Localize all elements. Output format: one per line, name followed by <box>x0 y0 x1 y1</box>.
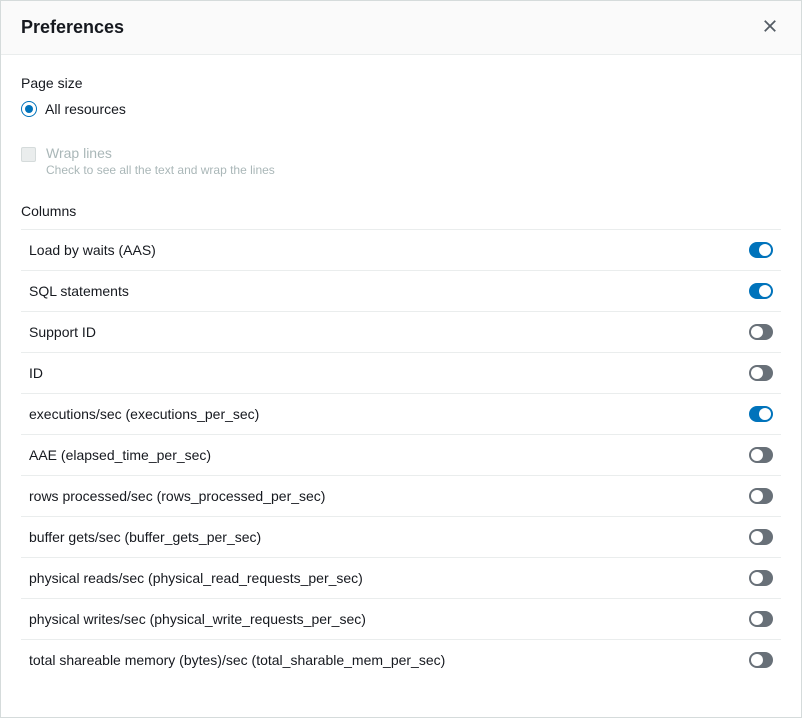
column-label: SQL statements <box>29 283 129 299</box>
column-label: rows processed/sec (rows_processed_per_s… <box>29 488 325 504</box>
column-row: Support ID <box>21 312 781 353</box>
column-toggle[interactable] <box>749 365 773 381</box>
column-toggle[interactable] <box>749 488 773 504</box>
wrap-lines-description: Check to see all the text and wrap the l… <box>46 163 275 177</box>
column-row: ID <box>21 353 781 394</box>
column-row: physical reads/sec (physical_read_reques… <box>21 558 781 599</box>
column-label: executions/sec (executions_per_sec) <box>29 406 259 422</box>
toggle-knob <box>759 408 771 420</box>
toggle-knob <box>759 285 771 297</box>
column-toggle[interactable] <box>749 324 773 340</box>
wrap-lines-texts: Wrap lines Check to see all the text and… <box>46 145 275 177</box>
column-label: buffer gets/sec (buffer_gets_per_sec) <box>29 529 261 545</box>
wrap-lines-checkbox[interactable] <box>21 147 36 162</box>
toggle-knob <box>751 449 763 461</box>
column-row: SQL statements <box>21 271 781 312</box>
toggle-knob <box>759 244 771 256</box>
column-label: physical writes/sec (physical_write_requ… <box>29 611 366 627</box>
toggle-knob <box>751 531 763 543</box>
column-toggle[interactable] <box>749 406 773 422</box>
modal-title: Preferences <box>21 17 124 38</box>
column-label: total shareable memory (bytes)/sec (tota… <box>29 652 445 668</box>
page-size-label: Page size <box>21 75 781 91</box>
close-button[interactable] <box>759 15 781 40</box>
page-size-radio-row: All resources <box>21 101 781 117</box>
column-row: buffer gets/sec (buffer_gets_per_sec) <box>21 517 781 558</box>
columns-label: Columns <box>21 203 781 219</box>
wrap-lines-label: Wrap lines <box>46 145 275 161</box>
columns-list: Load by waits (AAS) SQL statements Support… <box>21 229 781 680</box>
column-toggle[interactable] <box>749 570 773 586</box>
toggle-knob <box>751 654 763 666</box>
column-row: Load by waits (AAS) <box>21 230 781 271</box>
column-label: Support ID <box>29 324 96 340</box>
modal-header: Preferences <box>1 1 801 55</box>
toggle-knob <box>751 613 763 625</box>
column-label: physical reads/sec (physical_read_reques… <box>29 570 363 586</box>
column-toggle[interactable] <box>749 652 773 668</box>
column-row: total shareable memory (bytes)/sec (tota… <box>21 640 781 680</box>
wrap-lines-block: Wrap lines Check to see all the text and… <box>21 145 781 177</box>
column-row: executions/sec (executions_per_sec) <box>21 394 781 435</box>
toggle-knob <box>751 572 763 584</box>
all-resources-radio[interactable] <box>21 101 37 117</box>
toggle-knob <box>751 490 763 502</box>
column-toggle[interactable] <box>749 242 773 258</box>
column-toggle[interactable] <box>749 447 773 463</box>
column-toggle[interactable] <box>749 283 773 299</box>
column-label: Load by waits (AAS) <box>29 242 156 258</box>
column-toggle[interactable] <box>749 529 773 545</box>
toggle-knob <box>751 367 763 379</box>
column-label: AAE (elapsed_time_per_sec) <box>29 447 211 463</box>
columns-section: Columns Load by waits (AAS) SQL statement… <box>21 203 781 680</box>
all-resources-label: All resources <box>45 101 126 117</box>
column-row: AAE (elapsed_time_per_sec) <box>21 435 781 476</box>
preferences-modal: Preferences Page size All resources Wrap… <box>0 0 802 718</box>
modal-body: Page size All resources Wrap lines Check… <box>1 55 801 717</box>
column-label: ID <box>29 365 43 381</box>
close-icon <box>763 19 777 36</box>
column-row: rows processed/sec (rows_processed_per_s… <box>21 476 781 517</box>
column-toggle[interactable] <box>749 611 773 627</box>
column-row: physical writes/sec (physical_write_requ… <box>21 599 781 640</box>
toggle-knob <box>751 326 763 338</box>
